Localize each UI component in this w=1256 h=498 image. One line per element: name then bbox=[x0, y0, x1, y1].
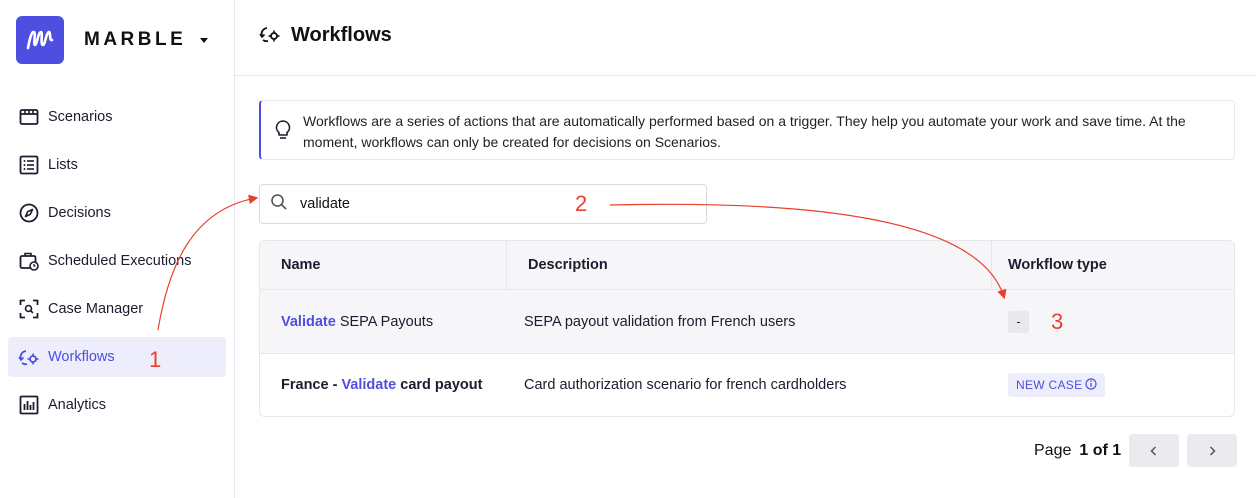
compass-icon bbox=[18, 202, 40, 224]
annotation-1: 1 bbox=[149, 347, 162, 372]
pagination-value: 1 of 1 bbox=[1079, 441, 1122, 459]
sidebar-item-analytics[interactable]: Analytics bbox=[8, 385, 226, 425]
name-suffix: card payout bbox=[396, 377, 483, 393]
brand[interactable]: MARBLE bbox=[16, 16, 209, 64]
row-workflow-type: NEW CASE bbox=[992, 354, 1234, 416]
brand-name: MARBLE bbox=[84, 29, 187, 50]
table-row[interactable]: Validate SEPA Payouts SEPA payout valida… bbox=[260, 290, 1234, 354]
search-input[interactable] bbox=[300, 196, 680, 212]
sidebar-item-decisions[interactable]: Decisions bbox=[8, 193, 226, 233]
chevron-down-icon[interactable] bbox=[200, 37, 209, 43]
name-prefix: France - bbox=[281, 377, 342, 393]
workflows-icon bbox=[259, 24, 281, 49]
name-suffix: SEPA Payouts bbox=[335, 313, 434, 330]
table-header: Name Description Workflow type bbox=[260, 241, 1234, 290]
search-box[interactable] bbox=[259, 184, 707, 224]
row-name: France - Validate card payout bbox=[260, 354, 507, 416]
sidebar-nav: Scenarios Lists Decisions Scheduled Exec… bbox=[8, 97, 226, 433]
page-header: Workflows bbox=[235, 0, 1256, 76]
column-header-name[interactable]: Name bbox=[260, 241, 507, 289]
name-highlight: Validate bbox=[281, 313, 336, 330]
workflow-type-label: NEW CASE bbox=[1016, 378, 1083, 392]
next-page-button[interactable] bbox=[1187, 434, 1238, 467]
sidebar-item-label: Lists bbox=[48, 157, 78, 173]
sidebar-item-label: Analytics bbox=[48, 397, 107, 413]
lightbulb-icon bbox=[273, 119, 295, 141]
column-header-workflow-type[interactable]: Workflow type bbox=[992, 241, 1234, 289]
sidebar-item-label: Scheduled Executions bbox=[48, 253, 192, 269]
workflow-type-badge: NEW CASE bbox=[1008, 373, 1106, 397]
sidebar: MARBLE Scenarios Lists Decisions Schedul… bbox=[0, 0, 235, 498]
chevron-left-icon bbox=[1150, 445, 1157, 456]
sidebar-item-lists[interactable]: Lists bbox=[8, 145, 226, 185]
marble-logo-icon bbox=[16, 16, 64, 64]
row-description: Card authorization scenario for french c… bbox=[524, 377, 847, 393]
previous-page-button[interactable] bbox=[1129, 434, 1180, 467]
pagination-label: Page bbox=[1034, 441, 1072, 459]
annotation-2: 2 bbox=[575, 191, 588, 216]
info-icon[interactable] bbox=[1085, 377, 1098, 393]
workflows-icon bbox=[18, 346, 40, 368]
case-manager-icon bbox=[18, 298, 40, 320]
chevron-right-icon bbox=[1210, 445, 1216, 456]
callout-text: Workflows are a series of actions that a… bbox=[303, 113, 1186, 150]
row-description: SEPA payout validation from French users bbox=[524, 313, 796, 330]
pagination: Page 1 of 1 bbox=[1034, 434, 1238, 467]
name-highlight: Validate bbox=[341, 377, 397, 393]
page-title: Workflows bbox=[291, 24, 392, 46]
sidebar-item-label: Decisions bbox=[48, 205, 111, 221]
workflow-type-badge: - bbox=[1008, 310, 1029, 333]
sidebar-item-label: Scenarios bbox=[48, 109, 113, 125]
sidebar-item-label: Workflows bbox=[48, 349, 115, 365]
row-workflow-type: - bbox=[992, 290, 1234, 353]
info-callout: Workflows are a series of actions that a… bbox=[259, 100, 1235, 160]
sidebar-item-scheduled-executions[interactable]: Scheduled Executions bbox=[8, 241, 226, 281]
sidebar-item-workflows[interactable]: Workflows bbox=[8, 337, 226, 377]
sidebar-item-label: Case Manager bbox=[48, 301, 144, 317]
table-row[interactable]: France - Validate card payout Card autho… bbox=[260, 354, 1234, 416]
analytics-icon bbox=[18, 394, 40, 416]
workflows-table: Name Description Workflow type Validate … bbox=[259, 240, 1235, 417]
scheduled-executions-icon bbox=[18, 250, 40, 272]
lists-icon bbox=[18, 154, 40, 176]
sidebar-item-scenarios[interactable]: Scenarios bbox=[8, 97, 226, 137]
search-icon bbox=[270, 193, 288, 216]
row-name: Validate SEPA Payouts bbox=[260, 290, 507, 353]
sidebar-item-case-manager[interactable]: Case Manager bbox=[8, 289, 226, 329]
column-header-description[interactable]: Description bbox=[507, 241, 992, 289]
annotation-3: 3 bbox=[1051, 309, 1064, 334]
scenarios-icon bbox=[18, 106, 40, 128]
